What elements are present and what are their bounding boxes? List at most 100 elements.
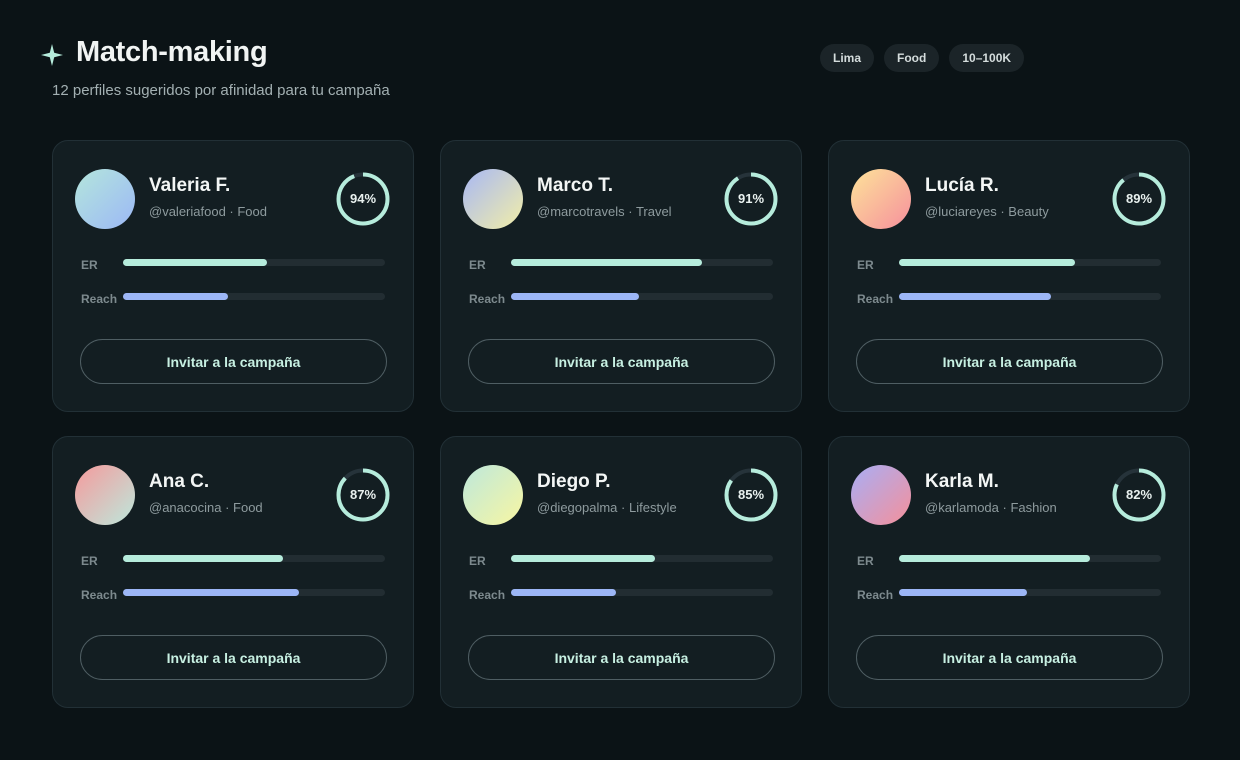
filter-chips: Lima Food 10–100K	[820, 44, 1025, 72]
profile-name: Marco T.	[537, 175, 614, 196]
profile-card: Valeria F. @valeriafood · Food 94% ER Re…	[52, 140, 414, 412]
avatar	[463, 169, 523, 229]
reach-bar	[511, 293, 773, 300]
reach-bar	[899, 293, 1161, 300]
profile-name: Karla M.	[925, 471, 999, 492]
handle-text: @diegopalma	[537, 500, 618, 515]
invite-button[interactable]: Invitar a la campaña	[80, 339, 387, 384]
category-text: Lifestyle	[628, 500, 677, 515]
er-label: ER	[469, 554, 486, 568]
er-bar	[123, 259, 385, 266]
reach-bar-fill	[123, 293, 228, 300]
reach-label: Reach	[81, 292, 118, 306]
er-bar	[899, 555, 1161, 562]
avatar	[75, 169, 135, 229]
er-bar-fill	[899, 555, 1091, 562]
avatar	[851, 465, 911, 525]
er-bar	[899, 259, 1161, 266]
category-text: Beauty	[1008, 204, 1049, 219]
er-bar-fill	[123, 259, 268, 266]
reach-label: Reach	[857, 292, 894, 306]
er-bar-fill	[899, 259, 1075, 266]
reach-bar	[123, 293, 385, 300]
profile-card: Karla M. @karlamoda · Fashion 82% ER Rea…	[828, 436, 1190, 708]
score-label: 82%	[1125, 487, 1153, 502]
reach-bar	[511, 589, 773, 596]
score-label: 85%	[737, 487, 765, 502]
avatar	[851, 169, 911, 229]
affinity-score: 87%	[335, 467, 391, 523]
profile-name: Diego P.	[537, 471, 611, 492]
profile-card: Diego P. @diegopalma · Lifestyle 85% ER …	[440, 436, 802, 708]
handle-text: @karlamoda	[925, 500, 999, 515]
page-title: Match-making	[76, 36, 268, 68]
er-label: ER	[81, 554, 98, 568]
affinity-score: 89%	[1111, 171, 1167, 227]
match-making-page: Match-making 12 perfiles sugeridos por a…	[0, 0, 1240, 760]
score-label: 89%	[1125, 191, 1153, 206]
profile-card: Marco T. @marcotravels · Travel 91% ER R…	[440, 140, 802, 412]
filter-chip-followers[interactable]: 10–100K	[949, 44, 1025, 72]
avatar	[75, 465, 135, 525]
affinity-score: 94%	[335, 171, 391, 227]
er-bar	[123, 555, 385, 562]
profile-card: Ana C. @anacocina · Food 87% ER Reach In…	[52, 436, 414, 708]
affinity-score: 82%	[1111, 467, 1167, 523]
affinity-score: 85%	[723, 467, 779, 523]
er-label: ER	[81, 258, 98, 272]
category-text: Food	[233, 500, 263, 515]
er-label: ER	[857, 258, 874, 272]
er-bar-fill	[123, 555, 283, 562]
avatar	[463, 465, 523, 525]
reach-label: Reach	[81, 588, 118, 602]
sparkle-icon	[41, 43, 63, 66]
handle-text: @luciareyes	[925, 204, 997, 219]
profile-grid: Valeria F. @valeriafood · Food 94% ER Re…	[52, 140, 1190, 708]
er-bar-fill	[511, 259, 703, 266]
er-label: ER	[469, 258, 486, 272]
reach-bar-fill	[899, 293, 1051, 300]
profile-handle: @diegopalma · Lifestyle	[537, 500, 677, 515]
er-bar	[511, 555, 773, 562]
profile-name: Ana C.	[149, 471, 210, 492]
reach-bar	[899, 589, 1161, 596]
reach-label: Reach	[857, 588, 894, 602]
affinity-score: 91%	[723, 171, 779, 227]
profile-handle: @anacocina · Food	[149, 500, 263, 515]
handle-text: @marcotravels	[537, 204, 625, 219]
profile-handle: @valeriafood · Food	[149, 204, 267, 219]
invite-button[interactable]: Invitar a la campaña	[468, 635, 775, 680]
reach-bar	[123, 589, 385, 596]
invite-button[interactable]: Invitar a la campaña	[856, 635, 1163, 680]
invite-button[interactable]: Invitar a la campaña	[468, 339, 775, 384]
category-text: Travel	[635, 204, 672, 219]
profile-name: Lucía R.	[925, 175, 999, 196]
filter-chip-category[interactable]: Food	[884, 44, 940, 72]
title-row: Match-making	[40, 36, 268, 69]
handle-text: @anacocina	[149, 500, 222, 515]
profile-handle: @marcotravels · Travel	[537, 204, 672, 219]
reach-label: Reach	[469, 588, 506, 602]
profile-name: Valeria F.	[149, 175, 231, 196]
er-bar-fill	[511, 555, 656, 562]
profile-handle: @luciareyes · Beauty	[925, 204, 1049, 219]
er-label: ER	[857, 554, 874, 568]
reach-label: Reach	[469, 292, 506, 306]
reach-bar-fill	[899, 589, 1028, 596]
category-text: Food	[237, 204, 267, 219]
profile-card: Lucía R. @luciareyes · Beauty 89% ER Rea…	[828, 140, 1190, 412]
handle-text: @valeriafood	[149, 204, 226, 219]
category-text: Fashion	[1010, 500, 1057, 515]
profile-handle: @karlamoda · Fashion	[925, 500, 1057, 515]
er-bar	[511, 259, 773, 266]
filter-chip-location[interactable]: Lima	[820, 44, 875, 72]
score-label: 87%	[349, 487, 377, 502]
reach-bar-fill	[123, 589, 299, 596]
reach-bar-fill	[511, 589, 616, 596]
invite-button[interactable]: Invitar a la campaña	[80, 635, 387, 680]
invite-button[interactable]: Invitar a la campaña	[856, 339, 1163, 384]
page-subtitle: 12 perfiles sugeridos por afinidad para …	[52, 82, 390, 99]
score-label: 94%	[349, 191, 377, 206]
reach-bar-fill	[511, 293, 640, 300]
score-label: 91%	[737, 191, 765, 206]
